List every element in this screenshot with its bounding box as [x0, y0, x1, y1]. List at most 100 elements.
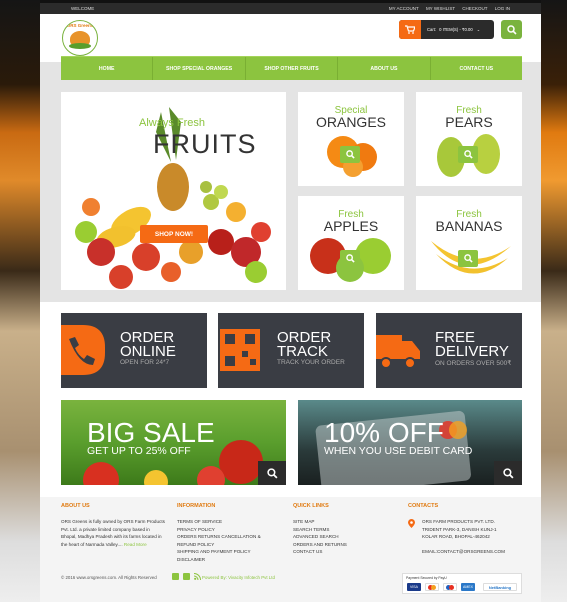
checkout-link[interactable]: CHECKOUT [462, 6, 487, 11]
payment-title: Payment Secured by PayU [406, 576, 447, 580]
footer-about-text: ORS Greens is fully owned by ORS Farm Pr… [61, 518, 166, 548]
search-icon [463, 150, 473, 159]
hero-banner[interactable]: Always Fresh FRUITS SHOP NOW! [61, 92, 286, 290]
feature-free-delivery[interactable]: FREE DELIVERY ON ORDERS OVER 500₹ [376, 313, 522, 388]
mastercard-icon [425, 583, 439, 591]
phone-icon [61, 325, 105, 375]
address-line: ORS FARM PRODUCTS PVT. LTD. [422, 519, 495, 524]
feature-title-2: TRACK [277, 343, 328, 360]
address-line: TRIDENT PARK-3, DANISH KUNJ-1 [422, 526, 497, 532]
feature-order-online[interactable]: ORDER ONLINE OPEN FOR 24*7 [61, 313, 207, 388]
bananas-image [431, 241, 511, 274]
search-icon [463, 254, 473, 263]
hero-subtitle: Always Fresh [139, 117, 206, 129]
footer: ABOUT US ORS Greens is fully owned by OR… [40, 497, 541, 602]
nav-about-us[interactable]: ABOUT US [338, 57, 431, 80]
top-links: MY ACCOUNT MY WISHLIST CHECKOUT LOG IN [383, 6, 510, 11]
chevron-down-icon: ⌄ [476, 27, 481, 32]
promo-big-sale[interactable]: BIG SALE GET UP TO 25% OFF [61, 400, 286, 485]
shop-now-button[interactable]: SHOP NOW! [140, 225, 208, 243]
background-left [0, 0, 40, 602]
footer-address: ORS FARM PRODUCTS PVT. LTD. TRIDENT PARK… [422, 518, 497, 541]
cart-button[interactable]: Cart: 0 ITEM(S) - ₹0.00 ⌄ [399, 20, 494, 39]
footer-about-heading: ABOUT US [61, 503, 90, 509]
contact-us-link[interactable]: CONTACT US [293, 548, 347, 556]
qr-code-icon [220, 329, 260, 371]
facebook-icon[interactable] [183, 573, 190, 580]
search-icon [345, 150, 355, 159]
oranges-image [327, 136, 377, 177]
search-icon [502, 467, 514, 479]
read-more-link[interactable]: Read More [124, 542, 147, 547]
footer-quick-list: SITE MAP SEARCH TERMS ADVANCED SEARCH OR… [293, 518, 347, 556]
logo[interactable]: ORS Greens [62, 20, 98, 56]
background-right [541, 0, 567, 602]
payment-methods: Payment Secured by PayU VISA AMEX NetBan… [402, 573, 522, 594]
powered-by-text[interactable]: Powered By: Vivacity Infotech Pvt Ltd [202, 575, 275, 580]
zoom-button[interactable] [458, 146, 478, 163]
disclaimer-link[interactable]: DISCLAIMER [177, 556, 272, 564]
location-pin-icon [408, 519, 415, 528]
twitter-icon[interactable] [172, 573, 179, 580]
header: ORS Greens Cart: 0 ITEM(S) - ₹0.00 ⌄ [40, 14, 541, 62]
footer-email[interactable]: EMAIL:CONTACT@ORSGREENS.COM [422, 548, 505, 556]
search-icon [506, 24, 517, 35]
nav-shop-special-oranges[interactable]: SHOP SPECIAL ORANGES [153, 57, 246, 80]
footer-info-heading: INFORMATION [177, 503, 216, 509]
rss-icon[interactable] [194, 573, 201, 580]
tile-pears[interactable]: Fresh PEARS [416, 92, 522, 186]
search-terms-link[interactable]: SEARCH TERMS [293, 526, 347, 534]
login-link[interactable]: LOG IN [495, 6, 510, 11]
copyright-text: © 2016 www.orsgreens.com. All Rights Res… [61, 575, 157, 580]
my-wishlist-link[interactable]: MY WISHLIST [426, 6, 455, 11]
zoom-button[interactable] [458, 250, 478, 267]
feature-order-track[interactable]: ORDER TRACK TRACK YOUR ORDER [218, 313, 364, 388]
search-icon [345, 254, 355, 263]
feature-title-2: ONLINE [120, 343, 176, 360]
pears-image [437, 134, 500, 177]
promo-subtitle: WHEN YOU USE DEBIT CARD [324, 445, 473, 457]
logo-tree-icon [69, 42, 91, 49]
terms-of-service-link[interactable]: TERMS OF SERVICE [177, 518, 272, 526]
logo-text: ORS Greens [66, 23, 94, 28]
nav-shop-other-fruits[interactable]: SHOP OTHER FRUITS [246, 57, 339, 80]
site-map-link[interactable]: SITE MAP [293, 518, 347, 526]
address-line: KOLAR ROAD, BHOPAL-462042 [422, 534, 490, 539]
refund-policy-link[interactable]: ORDERS RETURNS CANCELLATION & REFUND POL… [177, 533, 272, 548]
tile-oranges[interactable]: Special ORANGES [298, 92, 404, 186]
tile-bananas[interactable]: Fresh BANANAS [416, 196, 522, 290]
orders-returns-link[interactable]: ORDERS AND RETURNS [293, 541, 347, 549]
apples-image [310, 238, 391, 282]
hero-title: FRUITS [153, 129, 257, 159]
feature-subtitle: TRACK YOUR ORDER [277, 359, 345, 366]
privacy-policy-link[interactable]: PRIVACY POLICY [177, 526, 272, 534]
cart-label: Cart: [427, 27, 437, 32]
my-account-link[interactable]: MY ACCOUNT [389, 6, 419, 11]
feature-title-2: DELIVERY [435, 343, 509, 360]
welcome-text: WELCOME [71, 6, 95, 11]
nav-contact-us[interactable]: CONTACT US [431, 57, 522, 80]
zoom-button[interactable] [258, 461, 286, 485]
search-button[interactable] [501, 20, 522, 39]
visa-card: VISA [407, 583, 421, 591]
cart-summary: 0 ITEM(S) - ₹0.00 [439, 27, 473, 32]
maestro-icon [443, 583, 457, 591]
feature-subtitle: ON ORDERS OVER 500₹ [435, 360, 512, 367]
zoom-button[interactable] [494, 461, 522, 485]
truck-icon [376, 335, 420, 369]
tile-apples[interactable]: Fresh APPLES [298, 196, 404, 290]
top-bar: WELCOME MY ACCOUNT MY WISHLIST CHECKOUT … [40, 3, 541, 14]
zoom-button[interactable] [340, 250, 360, 267]
promo-debit-card[interactable]: 10% OFF WHEN YOU USE DEBIT CARD [298, 400, 522, 485]
footer-info-list: TERMS OF SERVICE PRIVACY POLICY ORDERS R… [177, 518, 272, 563]
nav-home[interactable]: HOME [61, 57, 154, 80]
advanced-search-link[interactable]: ADVANCED SEARCH [293, 533, 347, 541]
zoom-button[interactable] [340, 146, 360, 163]
shipping-policy-link[interactable]: SHIPPING AND PAYMENT POLICY [177, 548, 272, 556]
search-icon [266, 467, 278, 479]
main-nav: HOME SHOP SPECIAL ORANGES SHOP OTHER FRU… [61, 56, 522, 80]
cart-icon [399, 20, 421, 39]
feature-subtitle: OPEN FOR 24*7 [120, 359, 170, 366]
net-banking: NetBanking [483, 583, 517, 591]
footer-quick-heading: QUICK LINKS [293, 503, 329, 509]
